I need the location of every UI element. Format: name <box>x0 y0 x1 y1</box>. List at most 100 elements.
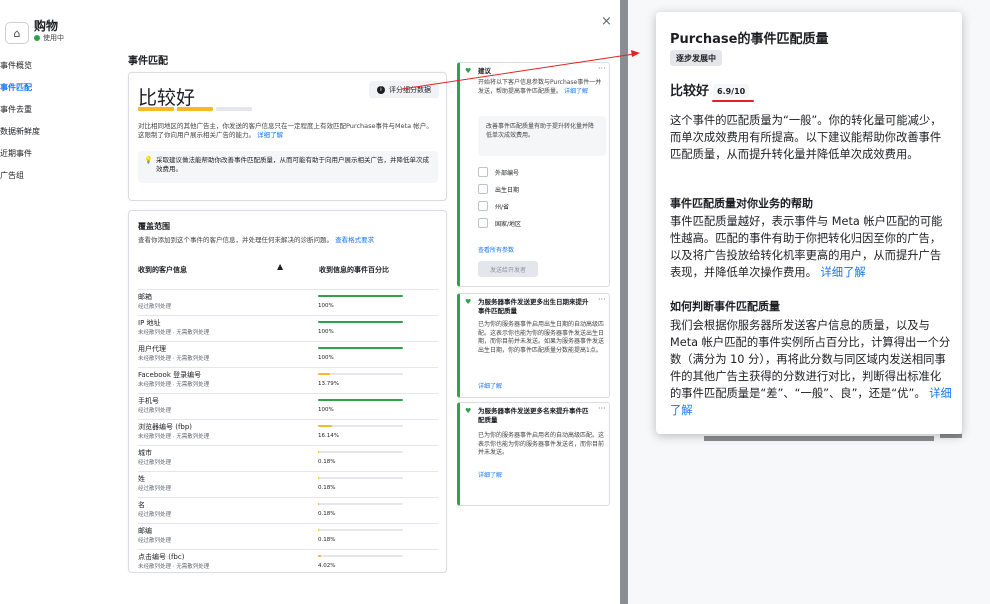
learn-more-link[interactable]: 详细了解 <box>478 381 502 390</box>
percent-fill <box>318 451 319 453</box>
learn-more-link[interactable]: 详细了解 <box>820 266 865 279</box>
sidebar-item-event-matching[interactable]: 事件匹配 <box>0 82 32 93</box>
recommendation-body: 开始将以下客户信息参数与Purchase事件一并发送，帮助提高事件匹配质量。 详… <box>478 79 602 95</box>
recommendation-card: ♥ 为服务器事件发送更多出生日期来提升事件匹配质量 ··· 已为你的服务器事件启… <box>457 293 610 398</box>
score-breakdown-label: 评分细分数据 <box>389 85 431 94</box>
sidebar-item-freshness[interactable]: 数据新鲜度 <box>0 126 40 137</box>
row-name: IP 地址 <box>138 319 161 327</box>
learn-more-link[interactable]: 详细了解 <box>564 88 588 95</box>
row-percent: 100% <box>318 355 334 361</box>
sidebar-item-adsets[interactable]: 广告组 <box>0 170 24 181</box>
learn-more-link[interactable]: 详细了解 <box>478 470 502 479</box>
percent-bar <box>318 451 403 453</box>
score-tooltip: Purchase的事件匹配质量 逐步发展中 比较好 6.9/10 这个事件的匹配… <box>656 12 962 434</box>
tooltip-title: Purchase的事件匹配质量 <box>670 32 829 47</box>
row-percent: 100% <box>318 303 334 309</box>
column-header-percent: 收到信息的事件百分比 <box>319 266 389 274</box>
percent-bar <box>318 347 403 349</box>
table-row: 手机号 经过散列处理 100% <box>138 393 438 419</box>
row-name: 姓 <box>138 475 145 483</box>
tooltip-paragraph: 这个事件的匹配质量为“一般”。你的转化量可能减少，而单次成效费用有所提高。以下建… <box>670 114 942 161</box>
table-row: 浏览器编号 (fbp) 未经散列处理 · 无需散列处理 16.14% <box>138 419 438 445</box>
format-requirements-link[interactable]: 查看格式要求 <box>335 236 374 244</box>
leaf-icon: ♥ <box>465 298 472 306</box>
sidebar-item-recent-events[interactable]: 近期事件 <box>0 148 32 159</box>
percent-bar <box>318 399 403 401</box>
table-row: IP 地址 未经散列处理 · 无需散列处理 100% <box>138 315 438 341</box>
score-value: 6.9/10 <box>713 84 750 98</box>
sidebar-item-overview[interactable]: 事件概览 <box>0 60 32 71</box>
score-card: 比较好 i 评分细分数据 对比相同地区的其他广告主，你发送的客户信息只在一定程度… <box>128 72 447 201</box>
learn-more-link[interactable]: 详细了解 <box>257 131 283 139</box>
percent-fill <box>318 503 319 505</box>
status-dot-icon <box>34 35 40 41</box>
more-options-icon[interactable]: ··· <box>598 404 606 413</box>
row-sub: 未经散列处理 · 无需散列处理 <box>138 564 210 570</box>
percent-bar <box>318 373 403 375</box>
score-word: 比较好 <box>138 87 196 109</box>
checkbox-country[interactable]: 国家/地区 <box>478 218 521 228</box>
row-sub: 未经散列处理 · 无需散列处理 <box>138 382 210 388</box>
recommendation-title: 为服务器事件发送更多名来提升事件匹配质量 <box>478 407 589 424</box>
row-sub: 未经散列处理 · 无需散列处理 <box>138 330 210 336</box>
tooltip-paragraph: 事件匹配质量越好，表示事件与 Meta 帐户匹配的可能性越高。匹配的事件有助于你… <box>670 215 943 279</box>
row-percent: 16.14% <box>318 433 339 439</box>
recommendation-title: 建议 <box>478 67 491 75</box>
recommendation-note: 改善事件匹配质量有助于提升转化量并降低单次成效费用。 <box>478 116 606 156</box>
more-options-icon[interactable]: ··· <box>598 64 606 73</box>
more-options-icon[interactable]: ··· <box>598 295 606 304</box>
table-row: 名经过散列处理 0.18% <box>138 497 438 523</box>
row-sub: 经过散列处理 <box>138 460 172 466</box>
recommendation-card: ♥ 建议 ··· 开始将以下客户信息参数与Purchase事件一并发送，帮助提高… <box>457 62 610 287</box>
divider <box>620 0 628 604</box>
row-name: 邮编 <box>138 527 152 535</box>
table-row: 姓经过散列处理 0.18% <box>138 471 438 497</box>
recommendation-title: 为服务器事件发送更多出生日期来提升事件匹配质量 <box>478 298 589 315</box>
divider <box>704 436 934 441</box>
row-sub: 经过散列处理 <box>138 304 172 310</box>
score-segment <box>216 107 252 111</box>
status-badge: 使用中 <box>34 33 64 43</box>
recommendation-body: 已为你的服务器事件启用名的自动高级匹配。这表示你也能为你的服务器事件发送名，而你… <box>478 432 605 456</box>
row-percent: 0.18% <box>318 537 336 543</box>
score-breakdown-button[interactable]: i 评分细分数据 <box>369 81 439 98</box>
checkbox-state[interactable]: 州/省 <box>478 201 509 211</box>
percent-fill <box>318 321 403 323</box>
recommendation-card: ♥ 为服务器事件发送更多名来提升事件匹配质量 ··· 已为你的服务器事件启用名的… <box>457 402 610 506</box>
warning-icon: ▲ <box>277 262 284 271</box>
score-description: 对比相同地区的其他广告主，你发送的客户信息只在一定程度上有效匹配Purchase… <box>138 122 433 139</box>
annotation-underline <box>712 100 754 102</box>
send-to-developer-button[interactable]: 发送给开发者 <box>478 261 538 277</box>
coverage-title: 覆盖范围 <box>138 222 170 231</box>
table-row: Facebook 登录编号 未经散列处理 · 无需散列处理 13.79% <box>138 367 438 393</box>
table-row: 用户代理 未经散列处理 · 无需散列处理 100% <box>138 341 438 367</box>
percent-fill <box>318 373 330 375</box>
page-title: 购物 <box>34 19 59 33</box>
table-row: 点击编号 (fbc) 未经散列处理 · 无需散列处理 4.02% <box>138 549 438 575</box>
status-text: 使用中 <box>43 34 64 42</box>
coverage-card: 覆盖范围 查看你添加到这个事件的客户信息，并处理任何未解决的诊断问题。 查看格式… <box>128 210 447 573</box>
percent-fill <box>318 555 322 557</box>
row-name: 名 <box>138 501 145 509</box>
checkbox-external-id[interactable]: 外部编号 <box>478 167 519 177</box>
score-segment <box>138 107 174 111</box>
percent-bar <box>318 295 403 297</box>
checkbox-birth-date[interactable]: 出生日期 <box>478 184 519 194</box>
sidebar-item-dedup[interactable]: 事件去重 <box>0 104 32 115</box>
table-row: 邮箱经过散列处理 100% <box>138 289 438 315</box>
row-name: 邮箱 <box>138 293 152 301</box>
row-name: 手机号 <box>138 397 159 405</box>
view-all-params-link[interactable]: 查看所有参数 <box>478 245 514 254</box>
row-sub: 经过散列处理 <box>138 408 172 414</box>
info-icon: i <box>377 85 385 94</box>
coverage-subtitle: 查看你添加到这个事件的客户信息，并处理任何未解决的诊断问题。 查看格式要求 <box>138 236 375 244</box>
lightbulb-icon: 💡 <box>144 156 153 164</box>
score-progress-bar <box>138 107 438 111</box>
divider <box>940 434 962 438</box>
close-icon[interactable]: × <box>601 14 612 29</box>
score-word: 比较好 <box>670 84 710 99</box>
row-sub: 经过散列处理 <box>138 538 172 544</box>
section-title: 事件匹配 <box>128 56 168 67</box>
percent-fill <box>318 425 332 427</box>
percent-bar <box>318 477 403 479</box>
